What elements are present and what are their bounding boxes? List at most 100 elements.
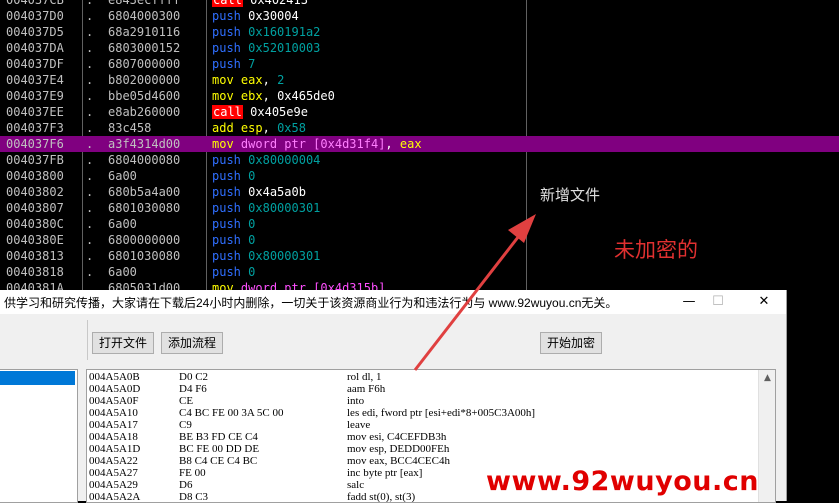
list-instruction: aam F6h [347, 383, 386, 395]
disasm-row[interactable]: 00403807. 6801030080 push 0x80000301 [0, 200, 839, 216]
instruction-mnemonic: mov [212, 137, 234, 151]
instruction-mnemonic: push [212, 201, 241, 215]
row-address: 004037CB [6, 0, 64, 7]
list-instruction: leave [347, 419, 371, 431]
row-marker: . [86, 249, 94, 263]
list-row[interactable]: 004A5A0D D4 F6 aam F6h [87, 383, 775, 395]
scroll-up-icon[interactable]: ▲ [759, 370, 775, 386]
instruction-mnemonic: call [212, 105, 243, 119]
row-hex-bytes: 6a00 [108, 265, 137, 279]
instruction-operand: 0x80000004 [248, 153, 321, 167]
row-address: 004037D5 [6, 25, 64, 39]
row-instruction: push 0x160191a2 [212, 24, 320, 40]
list-row[interactable]: 004A5A18 BE B3 FD CE C4 mov esi, C4CEFDB3h [87, 431, 775, 443]
title-bar[interactable]: 供学习和研究传播，大家请在下载后24小时内删除，一切关于该资源商业行为和违法行为… [0, 290, 786, 314]
instruction-mnemonic: push [212, 57, 241, 71]
disassembly-pane[interactable]: 004037CB. e843ecffff call 0x402413 004037D0… [0, 0, 839, 295]
row-hex-bytes: 6804000300 [108, 9, 181, 23]
vertical-scrollbar[interactable]: ▲ [758, 370, 775, 502]
row-instruction: push 0x80000004 [212, 152, 320, 168]
disasm-row[interactable]: 0040380E. 6800000000 push 0 [0, 232, 839, 248]
row-address: 00403800 [6, 169, 64, 183]
disasm-row[interactable]: 00403802. 680b5a4a00 push 0x4a5a0b [0, 184, 839, 200]
row-address: 004037D0 [6, 9, 64, 23]
row-hex-bytes: 6801030080 [108, 201, 181, 215]
list-instruction: mov esi, C4CEFDB3h [347, 431, 447, 443]
disasm-row[interactable]: 004037CB. e843ecffff call 0x402413 [0, 0, 839, 8]
instruction-mnemonic: add [212, 121, 234, 135]
instruction-operand: 0 [248, 233, 256, 247]
list-instruction: les edi, fword ptr [esi+edi*8+005C3A00h] [347, 407, 536, 419]
instruction-mnemonic: call [212, 0, 243, 7]
instruction-mnemonic: push [212, 25, 241, 39]
disasm-row[interactable]: 004037D0. 6804000300 push 0x30004 [0, 8, 839, 24]
window-title: 供学习和研究传播，大家请在下载后24小时内删除，一切关于该资源商业行为和违法行为… [4, 296, 618, 310]
list-row[interactable]: 004A5A0F CE into [87, 395, 775, 407]
list-row[interactable]: 004A5A10 C4 BC FE 00 3A 5C 00 les edi, fwo… [87, 407, 775, 419]
list-address: 004A5A29 [89, 479, 138, 491]
row-address: 00403813 [6, 249, 64, 263]
instruction-operand: 0 [248, 265, 256, 279]
disasm-row[interactable]: 00403818. 6a00 push 0 [0, 264, 839, 280]
disasm-row[interactable]: 00403800. 6a00 push 0 [0, 168, 839, 184]
instruction-operand: 0x80000301 [248, 249, 321, 263]
row-hex-bytes: 83c458 [108, 121, 152, 135]
annotation-unencrypted: 未加密的 [614, 238, 698, 262]
list-row[interactable]: 004A5A1D BC FE 00 DD DE mov esp, DEDD00FEh [87, 443, 775, 455]
list-address: 004A5A22 [89, 455, 138, 467]
row-hex-bytes: 6a00 [108, 217, 137, 231]
row-instruction: mov eax, 2 [212, 72, 284, 88]
instruction-mnemonic: push [212, 233, 241, 247]
disasm-row[interactable]: 004037D5. 68a2910116 push 0x160191a2 [0, 24, 839, 40]
disasm-row[interactable]: 00403813. 6801030080 push 0x80000301 [0, 248, 839, 264]
left-list-panel[interactable] [0, 369, 78, 503]
row-instruction: push 0 [212, 168, 255, 184]
instruction-mnemonic: push [212, 265, 241, 279]
list-instruction: fadd st(0), st(3) [347, 491, 416, 503]
instruction-mnemonic: push [212, 169, 241, 183]
disasm-row[interactable]: 004037E4. b802000000 mov eax, 2 [0, 72, 839, 88]
close-icon[interactable]: ✕ [745, 290, 783, 314]
disasm-row[interactable]: 004037FB. 6804000080 push 0x80000004 [0, 152, 839, 168]
open-file-button[interactable]: 打开文件 [92, 332, 155, 354]
row-instruction: push 7 [212, 56, 255, 72]
add-flow-button[interactable]: 添加流程 [161, 332, 224, 354]
disasm-row-highlighted[interactable]: 004037F6. a3f4314d00 mov dword ptr [0x4d31… [0, 136, 839, 152]
row-marker: . [86, 185, 94, 199]
instruction-mnemonic: push [212, 9, 241, 23]
row-marker: . [86, 0, 94, 7]
row-hex-bytes: e8ab260000 [108, 105, 181, 119]
annotation-new-file: 新增文件 [540, 186, 601, 204]
start-encrypt-button[interactable]: 开始加密 [540, 332, 603, 354]
list-instruction: mov esp, DEDD00FEh [347, 443, 450, 455]
row-marker: . [86, 121, 94, 135]
list-address: 004A5A10 [89, 407, 138, 419]
disasm-row[interactable]: 004037DA. 6803000152 push 0x52010003 [0, 40, 839, 56]
row-hex-bytes: 6804000080 [108, 153, 181, 167]
row-marker: . [86, 169, 94, 183]
row-address: 004037DA [6, 41, 64, 55]
instruction-mnemonic: push [212, 249, 241, 263]
instruction-operand: 0x402413 [250, 0, 308, 7]
list-row[interactable]: 004A5A0B D0 C2 rol dl, 1 [87, 371, 775, 383]
disasm-row[interactable]: 004037F3. 83c458 add esp, 0x58 [0, 120, 839, 136]
instruction-operand: 0x52010003 [248, 41, 321, 55]
row-marker: . [86, 89, 94, 103]
background-debugger-strip [787, 290, 839, 501]
instruction-operand: 0x465de0 [277, 89, 335, 103]
disasm-row[interactable]: 0040380C. 6a00 push 0 [0, 216, 839, 232]
row-instruction: mov dword ptr [0x4d31f4], eax [212, 136, 422, 152]
list-hex-bytes: D6 [179, 479, 193, 491]
disasm-row[interactable]: 004037DF. 6807000000 push 7 [0, 56, 839, 72]
disasm-row[interactable]: 004037EE. e8ab260000 call 0x405e9e [0, 104, 839, 120]
row-hex-bytes: 6801030080 [108, 249, 181, 263]
list-row[interactable]: 004A5A17 C9 leave [87, 419, 775, 431]
disasm-row[interactable]: 004037E9. bbe05d4600 mov ebx, 0x465de0 [0, 88, 839, 104]
row-address: 004037E9 [6, 89, 64, 103]
selected-list-item[interactable] [0, 371, 75, 385]
row-instruction: call 0x405e9e [212, 104, 308, 120]
row-instruction: call 0x402413 [212, 0, 308, 8]
instruction-mnemonic: push [212, 153, 241, 167]
row-marker: . [86, 137, 94, 151]
row-hex-bytes: 6800000000 [108, 233, 181, 247]
